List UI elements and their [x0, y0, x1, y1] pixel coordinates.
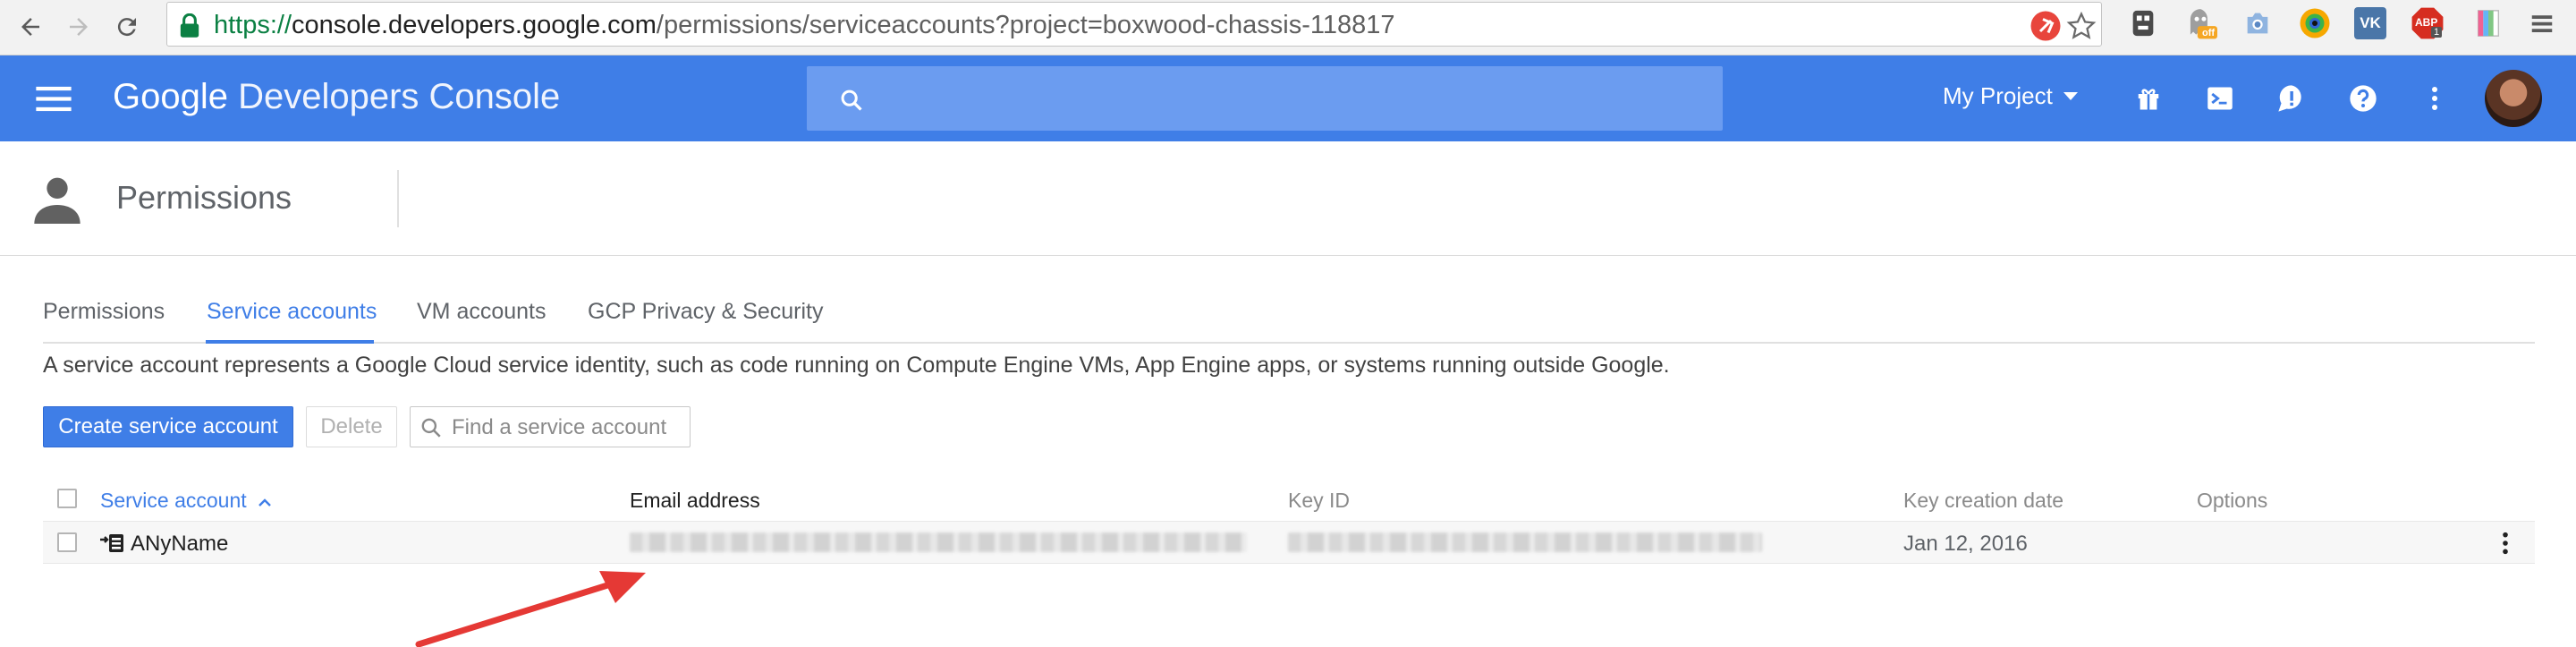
app-bar: Google Developers Console My Project	[0, 55, 2576, 141]
address-bar[interactable]: https://console.developers.google.com/pe…	[166, 2, 2102, 47]
url-host: console.developers.google.com	[292, 11, 657, 39]
delete-button[interactable]: Delete	[306, 406, 397, 447]
forward-icon[interactable]	[59, 7, 98, 47]
annotation-arrow	[411, 555, 662, 647]
help-icon[interactable]	[2343, 79, 2383, 118]
page-title: Permissions	[116, 179, 292, 216]
column-service-account-label: Service account	[100, 489, 247, 512]
find-service-account-field[interactable]	[410, 406, 691, 447]
find-service-account-input[interactable]	[452, 414, 684, 441]
reload-icon[interactable]	[107, 7, 147, 47]
search-icon	[839, 88, 864, 113]
url-scheme: https://	[214, 11, 292, 39]
feedback-icon[interactable]	[2272, 79, 2311, 118]
project-selector[interactable]: My Project	[1943, 82, 2078, 110]
url-path: /permissions/serviceaccounts?project=box…	[656, 11, 1395, 39]
bookmark-icon[interactable]	[2470, 5, 2506, 41]
menu-icon[interactable]	[2524, 5, 2560, 41]
extension-1-icon[interactable]	[2125, 5, 2161, 41]
tab-service-accounts[interactable]: Service accounts	[207, 299, 377, 325]
person-icon	[32, 174, 82, 224]
back-icon[interactable]	[11, 7, 50, 47]
hamburger-menu-icon[interactable]	[36, 82, 72, 115]
search-input[interactable]	[882, 79, 1687, 118]
dropdown-arrow-icon	[2063, 91, 2078, 100]
column-options: Options	[2197, 489, 2268, 512]
cloud-shell-icon[interactable]	[2200, 79, 2240, 118]
lock-icon	[178, 13, 201, 38]
row-checkbox[interactable]	[57, 532, 77, 552]
sort-ascending-icon	[258, 498, 271, 507]
abp-icon[interactable]: ABP 1	[2410, 5, 2445, 41]
star-icon[interactable]	[2063, 8, 2099, 44]
more-vert-icon[interactable]	[2415, 79, 2454, 118]
tab-vm-accounts[interactable]: VM accounts	[417, 299, 547, 325]
abp-badge: 1	[2431, 27, 2443, 38]
ghostery-badge: off	[2202, 28, 2216, 38]
chrome-color-icon[interactable]	[2297, 5, 2333, 41]
search-icon	[419, 416, 443, 439]
column-key-id[interactable]: Key ID	[1288, 489, 1350, 513]
column-email-address[interactable]: Email address	[630, 489, 760, 513]
brand-product: Developers Console	[238, 77, 561, 116]
row-options-icon[interactable]	[2494, 527, 2517, 559]
column-key-creation-date[interactable]: Key creation date	[1903, 489, 2063, 513]
project-label: My Project	[1943, 82, 2053, 109]
camera-icon[interactable]	[2240, 5, 2275, 41]
table-header: Service account Email address Key ID Key…	[43, 478, 2535, 519]
browser-toolbar: https://console.developers.google.com/pe…	[0, 0, 2576, 55]
console-search[interactable]	[807, 66, 1723, 131]
service-account-name[interactable]: ANyName	[131, 532, 228, 557]
email-address-redacted	[630, 532, 1247, 552]
tab-bar: Permissions Service accounts VM accounts…	[43, 283, 2535, 344]
key-id-redacted	[1288, 532, 1762, 552]
vk-label: VK	[2360, 14, 2381, 31]
ghostery-icon[interactable]: off	[2182, 5, 2218, 41]
avatar[interactable]	[2485, 70, 2542, 127]
vk-icon[interactable]: VK	[2354, 7, 2386, 39]
key-creation-date: Jan 12, 2016	[1903, 532, 2028, 556]
tab-permissions[interactable]: Permissions	[43, 299, 165, 325]
adblock-badge-icon[interactable]	[2028, 8, 2063, 44]
url-text: https://console.developers.google.com/pe…	[214, 11, 1395, 40]
header-divider	[397, 170, 399, 227]
brand-google: Google	[113, 77, 228, 116]
page-header: Permissions	[0, 141, 2576, 256]
tab-gcp-privacy-security[interactable]: GCP Privacy & Security	[588, 299, 824, 325]
select-all-checkbox[interactable]	[57, 489, 77, 508]
service-account-key-icon	[100, 532, 125, 554]
create-service-account-button[interactable]: Create service account	[43, 406, 293, 447]
gift-icon[interactable]	[2129, 79, 2168, 118]
brand-logo[interactable]: Google Developers Console	[113, 77, 560, 117]
column-service-account[interactable]: Service account	[100, 489, 272, 513]
page-description: A service account represents a Google Cl…	[43, 353, 1670, 378]
active-tab-indicator	[206, 340, 374, 344]
